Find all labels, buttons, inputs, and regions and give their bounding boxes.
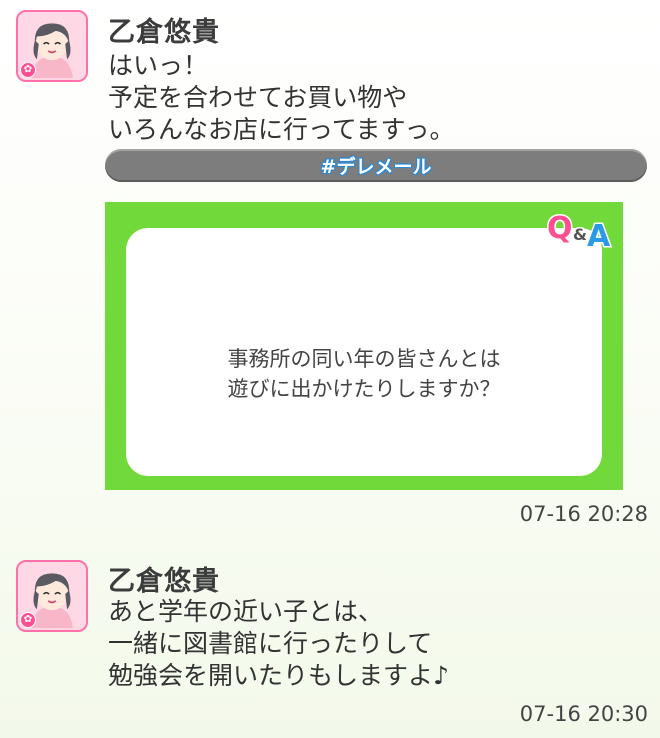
author-name: 乙倉悠貴	[108, 566, 220, 597]
message-line: あと学年の近い子とは、	[108, 597, 384, 626]
author-avatar[interactable]: ✿	[16, 560, 88, 632]
post-2: ✿ 乙倉悠貴 あと学年の近い子とは、 一緒に図書館に行ったりして 勉強会を開いた…	[0, 0, 660, 738]
message-line: 勉強会を開いたりもしますよ♪	[108, 661, 449, 690]
flower-badge-icon: ✿	[20, 612, 36, 628]
timestamp: 07-16 20:30	[519, 702, 648, 726]
message-line: 一緒に図書館に行ったりして	[108, 629, 433, 658]
message-text: あと学年の近い子とは、 一緒に図書館に行ったりして 勉強会を開いたりもしますよ♪	[108, 596, 449, 692]
